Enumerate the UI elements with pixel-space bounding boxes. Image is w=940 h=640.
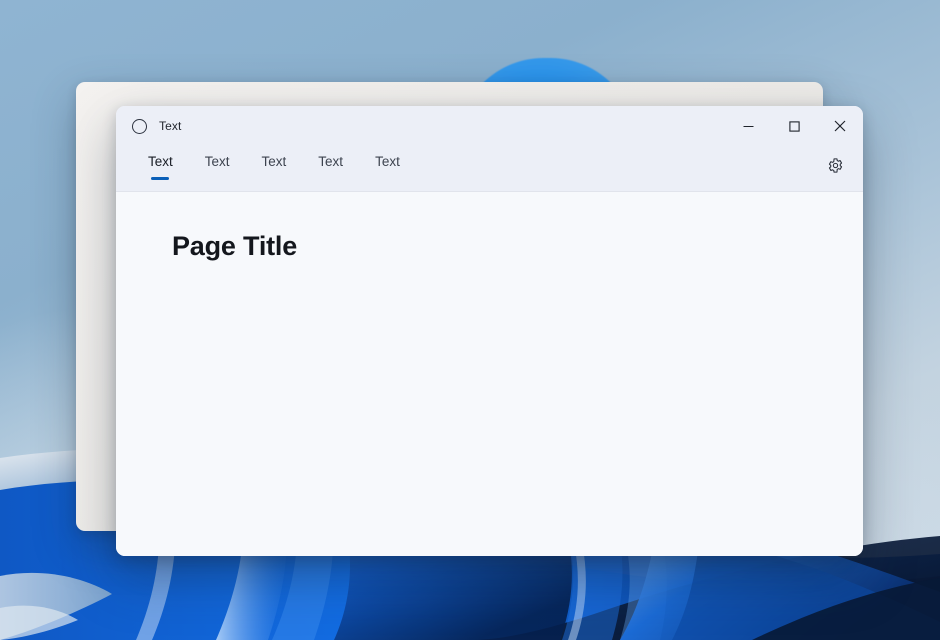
caption-buttons: [725, 106, 863, 146]
close-icon: [834, 120, 846, 132]
tab-label: Text: [205, 155, 230, 169]
tab-1[interactable]: Text: [132, 146, 189, 191]
tab-2[interactable]: Text: [189, 146, 246, 191]
tab-3[interactable]: Text: [246, 146, 303, 191]
page-title: Page Title: [172, 232, 863, 262]
titlebar-left-group: Text: [116, 119, 181, 134]
maximize-button[interactable]: [771, 106, 817, 146]
close-button[interactable]: [817, 106, 863, 146]
tab-4[interactable]: Text: [302, 146, 359, 191]
titlebar[interactable]: Text: [116, 106, 863, 146]
desktop: Text: [0, 0, 940, 640]
tab-label: Text: [262, 155, 287, 169]
tab-label: Text: [375, 155, 400, 169]
window-content: Page Title: [116, 192, 863, 556]
minimize-icon: [743, 121, 754, 132]
tabstrip: Text Text Text Text Text: [116, 146, 863, 191]
tabstrip-actions: [820, 146, 863, 184]
tab-selected-indicator: [151, 177, 169, 180]
maximize-icon: [789, 121, 800, 132]
app-window: Text: [116, 106, 863, 556]
tab-5[interactable]: Text: [359, 146, 416, 191]
window-title: Text: [159, 120, 181, 132]
window-header: Text: [116, 106, 863, 192]
gear-icon: [827, 157, 844, 174]
tab-list: Text Text Text Text Text: [132, 146, 416, 191]
circle-icon: [132, 119, 147, 134]
tab-label: Text: [318, 155, 343, 169]
minimize-button[interactable]: [725, 106, 771, 146]
tab-label: Text: [148, 155, 173, 169]
settings-button[interactable]: [820, 150, 850, 180]
